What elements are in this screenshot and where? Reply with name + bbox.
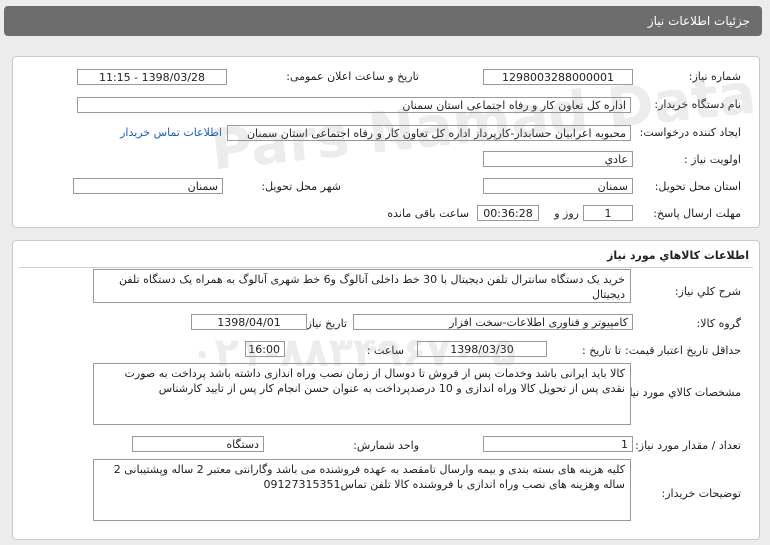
deadline-time-field: 00:36:28 xyxy=(477,205,539,221)
buyer-notes-label: توضیحات خریدار: xyxy=(661,487,742,500)
title-bar: جزئیات اطلاعات نیاز xyxy=(4,6,762,36)
unit-label: واحد شمارش: xyxy=(353,439,419,452)
quantity-label: تعداد / مقدار مورد نیاز: xyxy=(635,439,741,452)
need-date-field: 1398/04/01 xyxy=(191,314,307,330)
quantity-field: 1 xyxy=(483,436,633,452)
deadline-label: مهلت ارسال پاسخ: xyxy=(653,207,741,220)
goods-group-field: کامپیوتر و فناوری اطلاعات-سخت افزار xyxy=(353,314,633,330)
page: جزئیات اطلاعات نیاز شماره نیاز: 12980032… xyxy=(0,0,770,545)
goods-group-label: گروه کالا: xyxy=(696,317,741,330)
province-label: استان محل تحویل: xyxy=(654,180,741,193)
deadline-days-field: 1 xyxy=(583,205,633,221)
province-field: سمنان xyxy=(483,178,633,194)
announce-label: تاریخ و ساعت اعلان عمومی: xyxy=(286,70,419,83)
page-title: جزئیات اطلاعات نیاز xyxy=(647,14,750,28)
city-label: شهر محل تحویل: xyxy=(261,180,341,193)
section-divider xyxy=(19,267,753,268)
watermark-phone: ۰۲۱-۸۸۳۴۹۶۷۰-۵ xyxy=(190,330,517,376)
goods-section-title: اطلاعات کالاهاي مورد نياز xyxy=(607,249,749,262)
specs-label: مشخصات کالاي مورد نياز: xyxy=(620,386,741,399)
priority-label: اولویت نیاز : xyxy=(683,153,741,166)
deadline-days-label: روز و xyxy=(554,207,579,220)
buyer-contact-link[interactable]: اطلاعات تماس خریدار xyxy=(120,126,222,139)
buyer-notes-field: کلیه هزینه های بسته بندی و بیمه وارسال ت… xyxy=(93,459,631,521)
priority-field: عادي xyxy=(483,151,633,167)
goods-info-panel: اطلاعات کالاهاي مورد نياز شرح کلي نياز: … xyxy=(12,240,760,540)
unit-field: دستگاه xyxy=(132,436,264,452)
price-validity-label: حداقل تاريخ اعتبار قيمت: xyxy=(625,344,741,357)
city-field: سمنان xyxy=(73,178,223,194)
general-desc-label: شرح کلي نياز: xyxy=(674,285,741,298)
announce-field: 1398/03/28 - 11:15 xyxy=(77,69,227,85)
price-validity-to-label: تا تاریخ : xyxy=(582,344,621,357)
deadline-remaining-label: ساعت باقی مانده xyxy=(387,207,469,220)
general-desc-field: خرید یک دستگاه سانترال تلفن دیجیتال با 3… xyxy=(93,269,631,303)
